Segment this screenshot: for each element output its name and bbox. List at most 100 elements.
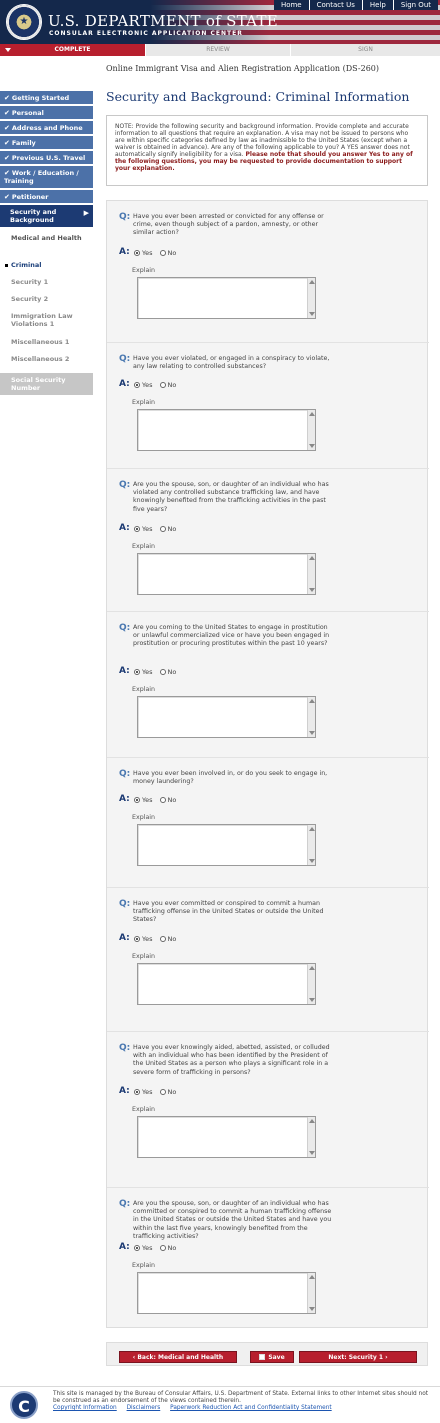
radio-button-icon[interactable] [159,1245,166,1251]
radio-button-icon[interactable] [134,382,140,388]
sidebar-item-petitioner[interactable]: ✔ Petitioner [0,190,93,205]
next-button[interactable]: Next: Security 1 › [299,1351,417,1363]
nav-signout-link[interactable]: Sign Out [392,0,438,10]
explain-textarea[interactable] [137,277,316,319]
footer-disclaimer: This site is managed by the Bureau of Co… [53,1391,429,1404]
sidebar-sub-misc-2[interactable]: Miscellaneous 2 [0,355,93,373]
radio-button-icon[interactable] [134,797,140,803]
radio-button-icon[interactable] [134,1089,140,1095]
explain-textarea[interactable] [137,1116,316,1158]
radio-yes[interactable]: Yes [134,796,153,804]
progress-step-complete: COMPLETE [0,44,145,56]
radio-button-icon[interactable] [134,526,140,532]
textarea-scrollbar[interactable] [307,1273,315,1313]
top-nav: Home Contact Us Help Sign Out [273,0,438,10]
answer-radio-group: Yes No [134,1088,183,1096]
explain-textarea[interactable] [137,1272,316,1314]
sidebar-sub-security-2[interactable]: Security 2 [0,295,93,312]
textarea-scrollbar[interactable] [307,278,315,318]
nav-home-link[interactable]: Home [274,0,309,10]
save-disk-icon [259,1354,266,1360]
radio-button-icon[interactable] [134,250,140,256]
textarea-scrollbar[interactable] [307,825,315,865]
questions-panel: Q: Have you ever been arrested or convict… [106,200,429,1328]
question-block: Q: Have you ever committed or conspired t… [107,887,429,1031]
answer-label: A: [119,379,130,389]
radio-yes[interactable]: Yes [134,935,153,943]
answer-radio-group: Yes No [134,668,183,676]
radio-button-icon[interactable] [159,936,166,942]
radio-button-icon[interactable] [134,936,140,942]
radio-no[interactable]: No [159,935,176,943]
chevron-right-icon: › [383,1354,388,1361]
textarea-scrollbar[interactable] [307,554,315,594]
answer-label: A: [119,247,130,257]
radio-button-icon[interactable] [159,669,166,675]
explain-label: Explain [132,399,156,406]
question-label: Q: [119,1199,131,1209]
radio-no[interactable]: No [159,381,176,389]
sidebar-sub-security-1[interactable]: Security 1 [0,278,93,295]
radio-yes[interactable]: Yes [134,1088,153,1096]
radio-button-icon[interactable] [159,250,166,256]
textarea-scrollbar[interactable] [307,1117,315,1157]
sidebar-item-family[interactable]: ✔ Family [0,136,93,151]
explain-textarea[interactable] [137,553,316,595]
textarea-scrollbar[interactable] [307,964,315,1004]
checkmark-icon: ✔ [4,109,10,117]
question-label: Q: [119,480,131,490]
explain-label: Explain [132,1106,156,1113]
answer-radio-group: Yes No [134,249,183,257]
radio-yes[interactable]: Yes [134,1244,153,1252]
progress-step-review: REVIEW [145,44,290,56]
radio-yes[interactable]: Yes [134,668,153,676]
explain-textarea[interactable] [137,824,316,866]
explain-textarea[interactable] [137,696,316,738]
radio-button-icon[interactable] [159,1089,166,1095]
answer-radio-group: Yes No [134,381,183,389]
radio-button-icon[interactable] [134,669,140,675]
radio-no[interactable]: No [159,1244,176,1252]
sidebar-item-address[interactable]: ✔ Address and Phone [0,121,93,136]
radio-button-icon[interactable] [159,526,166,532]
radio-no[interactable]: No [159,1088,176,1096]
radio-yes[interactable]: Yes [134,249,153,257]
back-button[interactable]: ‹ Back: Medical and Health [119,1351,237,1363]
textarea-scrollbar[interactable] [307,697,315,737]
footer-link-disclaimers[interactable]: Disclaimers [127,1405,161,1411]
question-text: Have you ever committed or conspired to … [133,900,324,924]
form-button-bar: ‹ Back: Medical and Health Save Next: Se… [106,1342,428,1366]
radio-button-icon[interactable] [134,1245,140,1251]
radio-no[interactable]: No [159,796,176,804]
save-button[interactable]: Save [250,1351,294,1363]
application-title: Online Immigrant Visa and Alien Registra… [106,64,380,73]
nav-help-link[interactable]: Help [361,0,393,10]
radio-button-icon[interactable] [159,797,166,803]
sidebar-sub-criminal[interactable]: Criminal [0,261,93,278]
textarea-scrollbar[interactable] [307,410,315,450]
radio-button-icon[interactable] [159,382,166,388]
radio-yes[interactable]: Yes [134,525,153,533]
chevron-right-icon: ▶ [83,209,89,217]
sidebar-sub-medical[interactable]: Medical and Health [0,234,93,256]
radio-no[interactable]: No [159,525,176,533]
sidebar-item-getting-started[interactable]: ✔ Getting Started [0,91,93,106]
sidebar-item-previous-travel[interactable]: ✔ Previous U.S. Travel [0,151,93,166]
question-text: Are you coming to the United States to e… [133,624,330,648]
sidebar-sub-misc-1[interactable]: Miscellaneous 1 [0,338,93,355]
explain-textarea[interactable] [137,963,316,1005]
sidebar-item-work-education[interactable]: ✔ Work / Education / Training [0,166,93,190]
radio-yes[interactable]: Yes [134,381,153,389]
radio-no[interactable]: No [159,249,176,257]
nav-contact-link[interactable]: Contact Us [308,0,362,10]
explain-textarea[interactable] [137,409,316,451]
sidebar-item-security-background[interactable]: Security and Background ▶ [0,205,93,229]
progress-step-sign: SIGN [290,44,440,56]
department-title: U.S. DEPARTMENT of STATE [48,12,279,30]
sidebar-sub-immigration-violations[interactable]: Immigration Law Violations 1 [0,312,93,338]
footer-link-copyright[interactable]: Copyright Information [53,1405,117,1411]
question-text: Have you ever been arrested or convicted… [133,213,324,237]
footer-link-paperwork[interactable]: Paperwork Reduction Act and Confidential… [170,1405,332,1411]
radio-no[interactable]: No [159,668,176,676]
sidebar-item-personal[interactable]: ✔ Personal [0,106,93,121]
